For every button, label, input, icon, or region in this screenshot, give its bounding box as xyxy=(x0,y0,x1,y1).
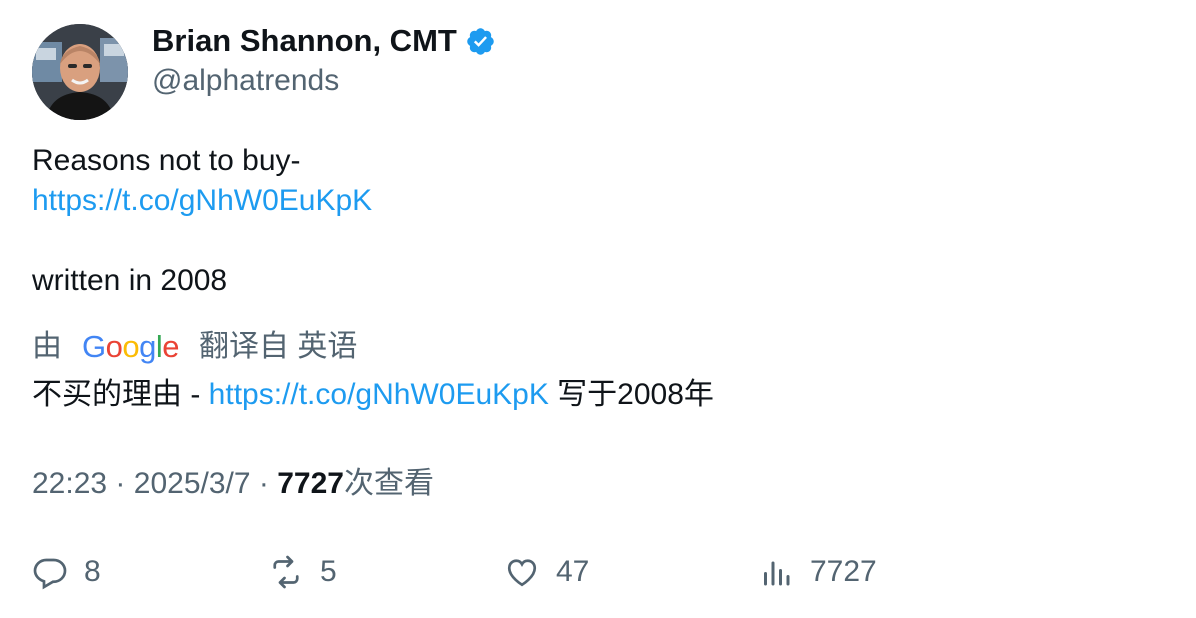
author-name-text: Brian Shannon, CMT xyxy=(152,23,457,58)
translated-tweet-text: 不买的理由 - https://t.co/gNhW0EuKpK 写于2008年 xyxy=(32,375,714,415)
translation-attribution[interactable]: 由 Google 翻译自 英语 xyxy=(32,327,357,367)
tweet-actions: 8 5 47 7727 xyxy=(32,550,1164,594)
retweet-count: 5 xyxy=(320,555,337,588)
translated-text-before: 不买的理由 - xyxy=(32,378,209,411)
retweet-button[interactable]: 5 xyxy=(268,550,337,594)
translation-suffix: 翻译自 英语 xyxy=(199,330,358,363)
like-button[interactable]: 47 xyxy=(504,550,589,594)
verified-badge-icon[interactable] xyxy=(465,26,496,57)
views-action-count: 7727 xyxy=(810,555,877,588)
avatar[interactable] xyxy=(32,24,128,120)
retweet-icon xyxy=(273,555,299,589)
views-button[interactable]: 7727 xyxy=(758,550,877,594)
translation-prefix: 由 xyxy=(32,330,62,363)
analytics-bar-icon xyxy=(764,561,790,586)
tweet-metadata: 22:23 · 2025/3/7 · 7727次查看 xyxy=(32,464,434,504)
meta-separator: · xyxy=(258,467,269,500)
translated-link[interactable]: https://t.co/gNhW0EuKpK xyxy=(209,378,549,411)
reply-icon xyxy=(33,558,67,590)
author-handle[interactable]: @alphatrends xyxy=(152,62,339,100)
views-label: 次查看 xyxy=(343,467,434,500)
tweet-time[interactable]: 22:23 xyxy=(32,467,107,500)
meta-separator: · xyxy=(115,467,126,500)
like-count: 47 xyxy=(556,555,590,588)
reply-count: 8 xyxy=(84,555,101,588)
tweet-link[interactable]: https://t.co/gNhW0EuKpK xyxy=(32,181,372,221)
views-count: 7727 xyxy=(277,467,344,500)
tweet-text-line: Reasons not to buy- xyxy=(32,144,301,177)
tweet-body: Reasons not to buy- https://t.co/gNhW0Eu… xyxy=(32,141,372,301)
reply-button[interactable]: 8 xyxy=(32,550,101,594)
google-logo: Google xyxy=(82,329,180,364)
author-display-name[interactable]: Brian Shannon, CMT xyxy=(152,22,496,60)
tweet-text-line: written in 2008 xyxy=(32,264,228,297)
heart-icon xyxy=(507,559,537,587)
tweet-date[interactable]: 2025/3/7 xyxy=(134,467,251,500)
translated-text-after: 写于2008年 xyxy=(548,378,714,411)
avatar-photo-icon xyxy=(32,24,128,120)
